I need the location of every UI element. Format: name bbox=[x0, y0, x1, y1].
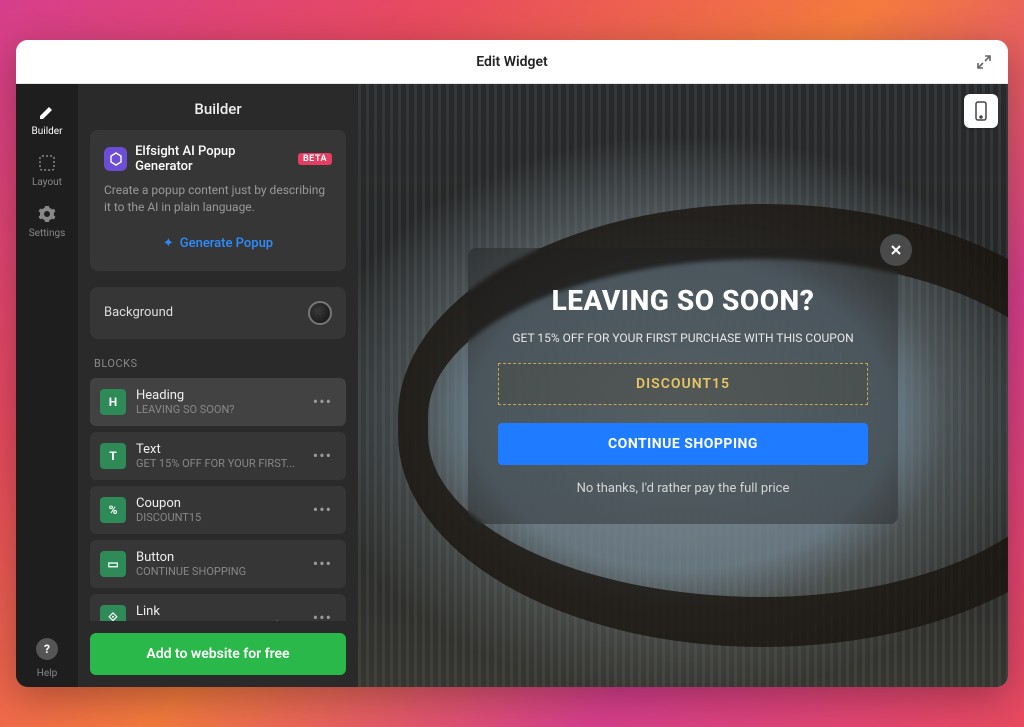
background-swatch bbox=[308, 301, 332, 325]
nav-help[interactable]: ? Help bbox=[24, 630, 70, 687]
help-icon: ? bbox=[36, 638, 58, 660]
more-icon[interactable]: ••• bbox=[309, 500, 336, 519]
nav-settings[interactable]: Settings bbox=[24, 196, 70, 247]
add-to-website-button[interactable]: Add to website for free bbox=[90, 633, 346, 675]
popup-decline-link[interactable]: No thanks, I'd rather pay the full price bbox=[498, 481, 868, 496]
ai-title: Elfsight AI Popup Generator bbox=[135, 144, 290, 174]
builder-sidebar: Builder Elfsight AI Popup Generator BETA… bbox=[78, 84, 358, 687]
pencil-icon bbox=[37, 102, 57, 122]
left-nav: Builder Layout Settings ? Help bbox=[16, 84, 78, 687]
more-icon[interactable]: ••• bbox=[309, 446, 336, 465]
heading-icon: H bbox=[100, 389, 126, 415]
block-title: Text bbox=[136, 442, 299, 457]
ai-generator-card: Elfsight AI Popup Generator BETA Create … bbox=[90, 130, 346, 271]
generate-label: Generate Popup bbox=[180, 236, 273, 251]
sidebar-scroll[interactable]: Elfsight AI Popup Generator BETA Create … bbox=[78, 130, 358, 621]
nav-builder[interactable]: Builder bbox=[24, 94, 70, 145]
block-title: Coupon bbox=[136, 496, 299, 511]
more-icon[interactable]: ••• bbox=[309, 554, 336, 573]
popup-cta-button[interactable]: CONTINUE SHOPPING bbox=[498, 423, 868, 465]
background-row[interactable]: Background bbox=[90, 287, 346, 339]
block-sub: LEAVING SO SOON? bbox=[136, 403, 299, 416]
nav-label: Layout bbox=[32, 177, 62, 188]
link-icon: ⟐ bbox=[100, 605, 126, 621]
block-sub: CONTINUE SHOPPING bbox=[136, 565, 299, 578]
block-link[interactable]: ⟐ Link No thanks, I'd rather pay the fu.… bbox=[90, 594, 346, 621]
nav-layout[interactable]: Layout bbox=[24, 145, 70, 196]
sparkle-icon: ✦ bbox=[163, 236, 174, 251]
popup-preview: LEAVING SO SOON? GET 15% OFF FOR YOUR FI… bbox=[468, 248, 898, 524]
beta-badge: BETA bbox=[298, 153, 332, 165]
layout-icon bbox=[37, 153, 57, 173]
block-title: Heading bbox=[136, 388, 299, 403]
titlebar: Edit Widget bbox=[16, 40, 1008, 84]
block-sub: DISCOUNT15 bbox=[136, 511, 299, 524]
popup-heading: LEAVING SO SOON? bbox=[498, 284, 868, 317]
sidebar-footer: Add to website for free bbox=[78, 621, 358, 687]
gear-icon bbox=[37, 204, 57, 224]
button-icon: ▭ bbox=[100, 551, 126, 577]
nav-label: Help bbox=[37, 668, 57, 679]
more-icon[interactable]: ••• bbox=[309, 608, 336, 621]
close-icon bbox=[890, 244, 902, 256]
nav-label: Builder bbox=[32, 126, 63, 137]
block-title: Link bbox=[136, 604, 299, 619]
ai-logo-icon bbox=[104, 147, 127, 171]
main-area: Builder Layout Settings ? Help Builder bbox=[16, 84, 1008, 687]
mobile-icon bbox=[973, 101, 989, 121]
block-button[interactable]: ▭ Button CONTINUE SHOPPING ••• bbox=[90, 540, 346, 588]
preview-canvas: LEAVING SO SOON? GET 15% OFF FOR YOUR FI… bbox=[358, 84, 1008, 687]
background-label: Background bbox=[104, 305, 173, 320]
popup-close-button[interactable] bbox=[880, 234, 912, 266]
text-icon: T bbox=[100, 443, 126, 469]
block-coupon[interactable]: % Coupon DISCOUNT15 ••• bbox=[90, 486, 346, 534]
sidebar-title: Builder bbox=[78, 84, 358, 130]
blocks-section-label: BLOCKS bbox=[90, 357, 346, 378]
mobile-preview-button[interactable] bbox=[964, 94, 998, 128]
block-heading[interactable]: H Heading LEAVING SO SOON? ••• bbox=[90, 378, 346, 426]
block-title: Button bbox=[136, 550, 299, 565]
window-title: Edit Widget bbox=[476, 54, 547, 70]
popup-subtext: GET 15% OFF FOR YOUR FIRST PURCHASE WITH… bbox=[498, 331, 868, 345]
block-sub: GET 15% OFF FOR YOUR FIRST... bbox=[136, 457, 299, 470]
generate-popup-button[interactable]: ✦ Generate Popup bbox=[104, 230, 332, 257]
popup-coupon[interactable]: DISCOUNT15 bbox=[498, 363, 868, 405]
ai-desc: Create a popup content just by describin… bbox=[104, 182, 332, 216]
coupon-icon: % bbox=[100, 497, 126, 523]
nav-label: Settings bbox=[29, 228, 66, 239]
more-icon[interactable]: ••• bbox=[309, 392, 336, 411]
block-text[interactable]: T Text GET 15% OFF FOR YOUR FIRST... ••• bbox=[90, 432, 346, 480]
editor-window: Edit Widget Builder Layout Settings ? He… bbox=[16, 40, 1008, 687]
expand-window-button[interactable] bbox=[972, 50, 996, 74]
